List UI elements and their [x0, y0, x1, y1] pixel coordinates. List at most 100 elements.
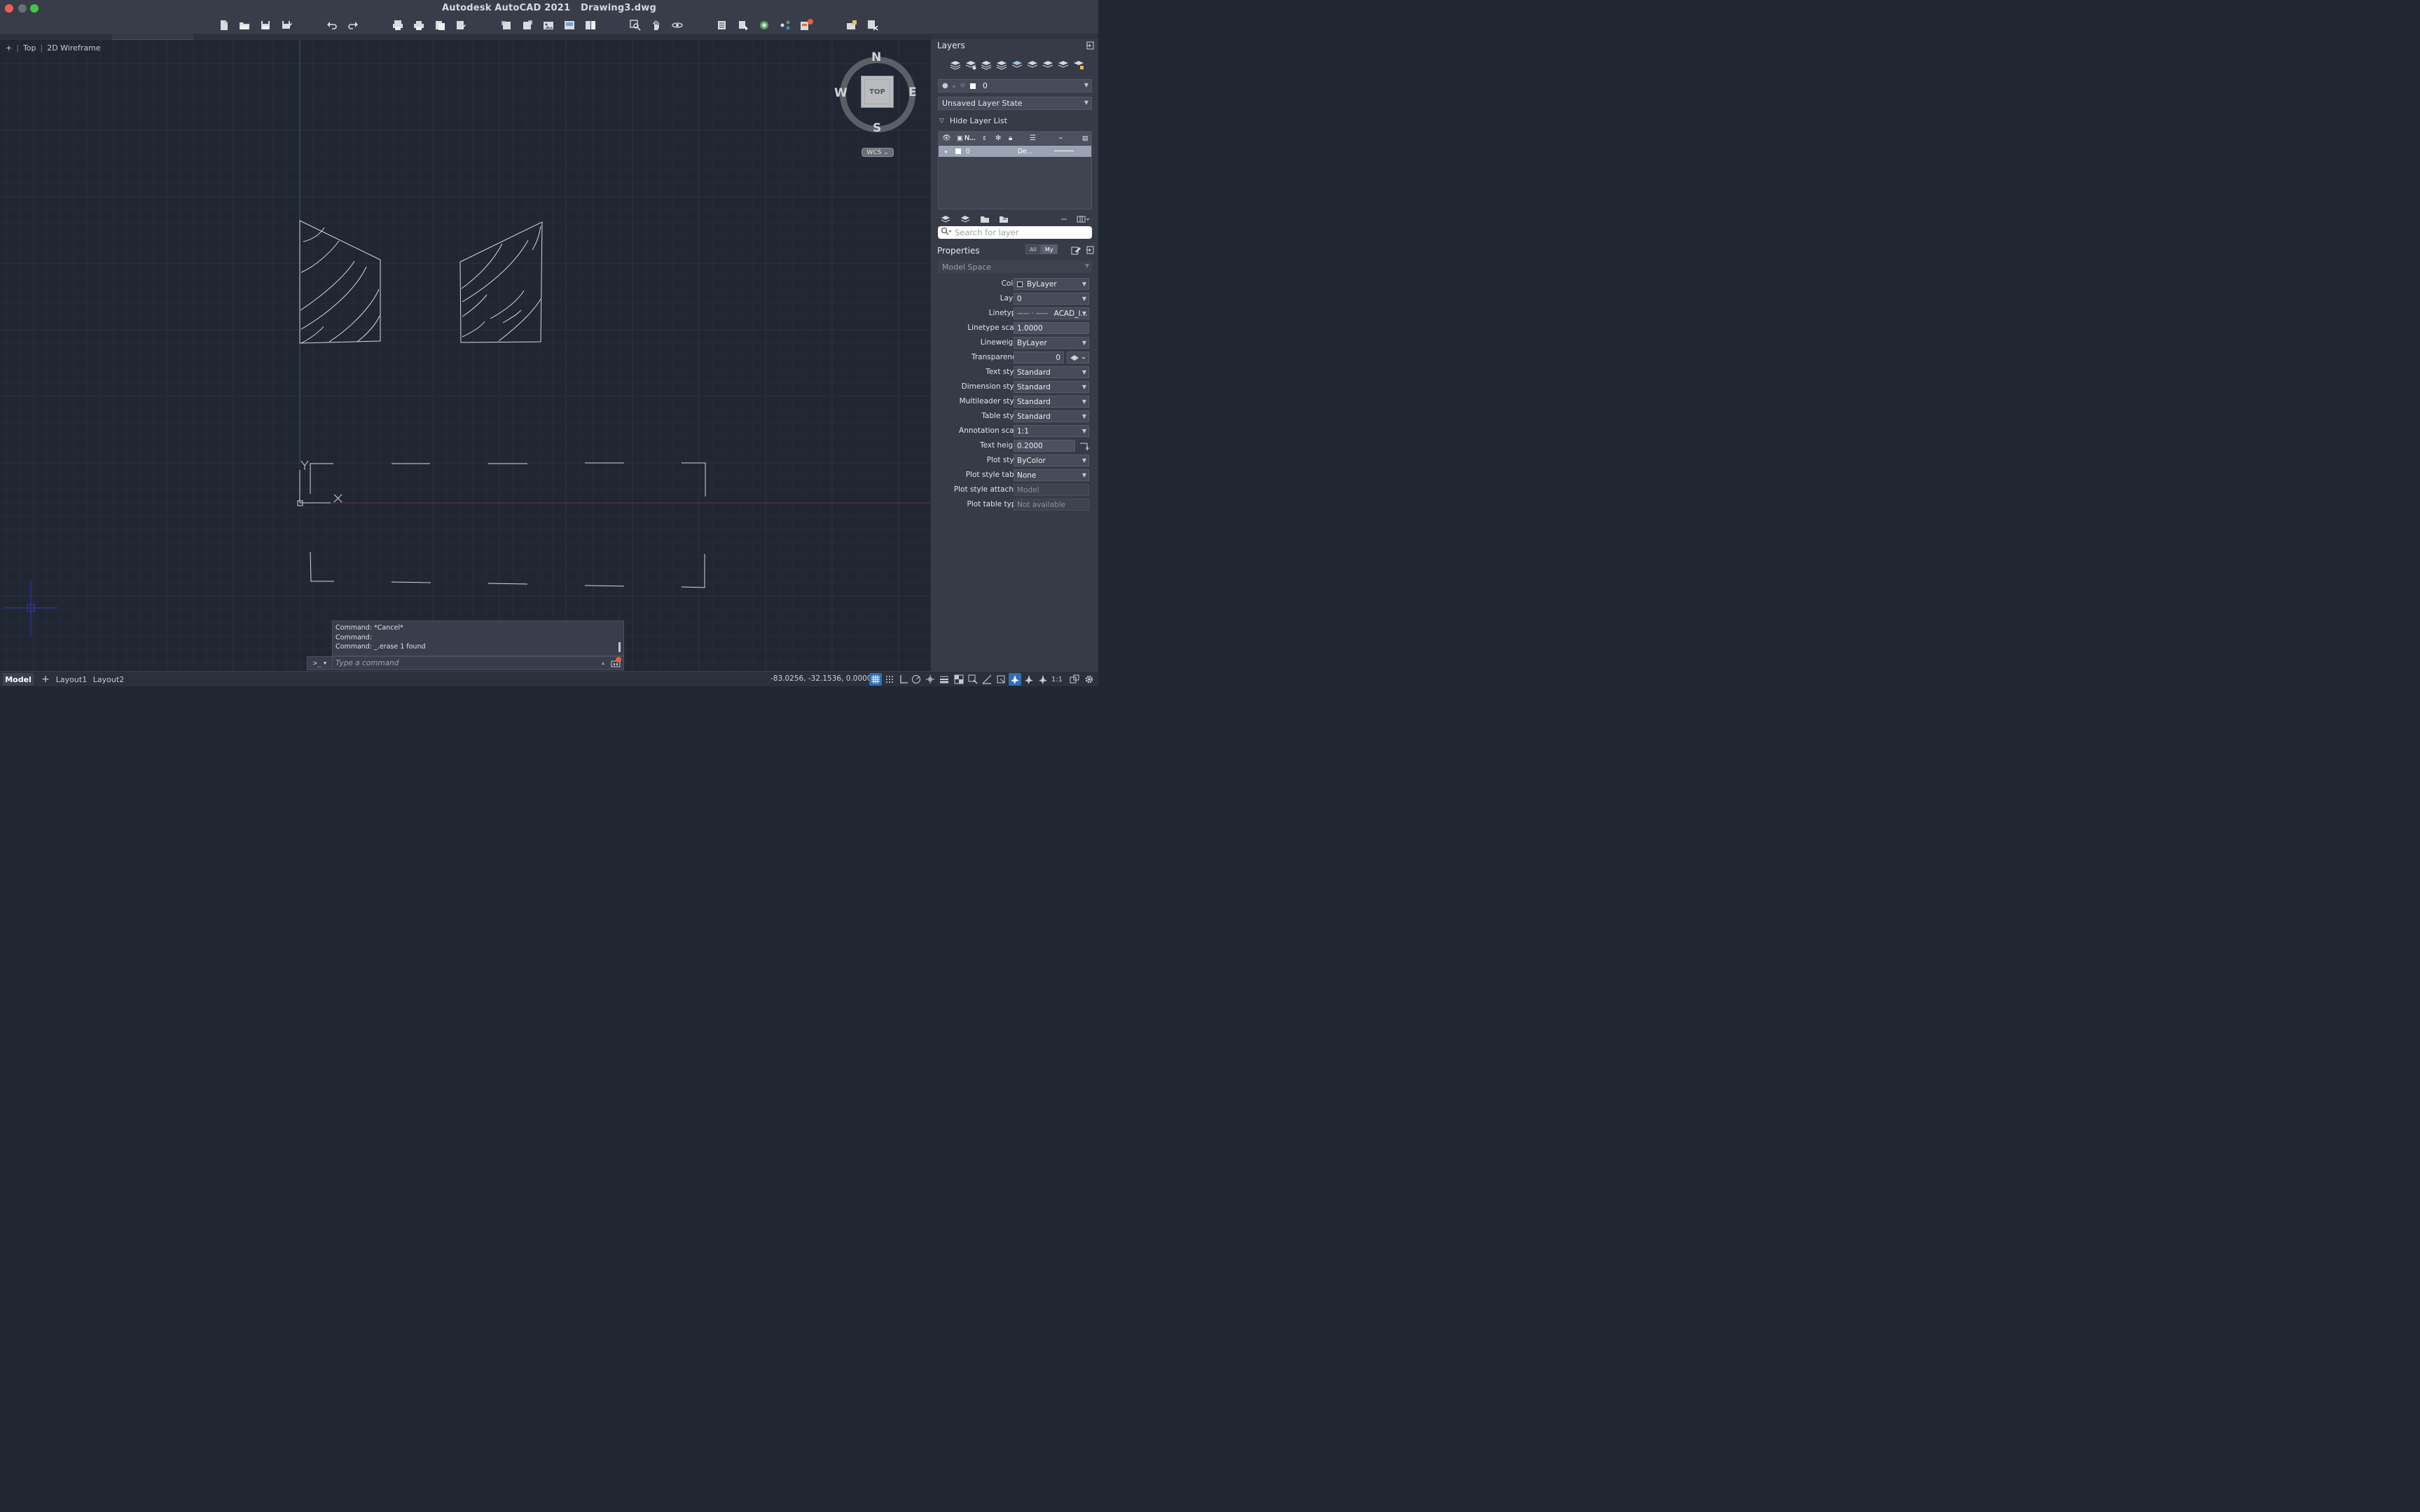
render-icon[interactable] [866, 18, 880, 32]
layer-unisolate-icon[interactable] [1026, 59, 1038, 71]
new-vp-layer-icon[interactable] [959, 213, 971, 225]
filter-my-button[interactable]: My [1040, 244, 1058, 254]
ortho-icon[interactable] [897, 673, 910, 686]
layer-linetype[interactable]: De... [1018, 148, 1032, 155]
layer-state-icon[interactable] [964, 59, 976, 71]
command-settings-button[interactable] [608, 657, 623, 670]
match-layer-icon[interactable] [736, 18, 750, 32]
page-setup-icon[interactable] [433, 18, 447, 32]
layer-name[interactable]: 0 [966, 148, 970, 155]
transparency-menu-icon[interactable] [1067, 352, 1089, 363]
notifications-icon[interactable] [799, 18, 813, 32]
pan-icon[interactable] [649, 18, 663, 32]
geolocation-icon[interactable] [757, 18, 771, 32]
tab-layout1[interactable]: Layout1 [55, 673, 88, 686]
insert-block-icon[interactable] [583, 18, 597, 32]
layer-properties-icon[interactable] [715, 18, 729, 32]
command-history-scrollbar[interactable] [618, 642, 621, 652]
palette-tabs[interactable] [931, 34, 1098, 39]
linetype-scale-field[interactable]: 1.0000 [1014, 322, 1089, 334]
column-name-header[interactable]: N... [964, 134, 976, 142]
command-prompt-menu[interactable]: >_ ▼ [307, 657, 333, 670]
dynamic-ucs-icon[interactable] [981, 673, 993, 686]
edit-properties-icon[interactable] [1070, 244, 1081, 256]
pin-icon[interactable] [1086, 41, 1094, 50]
workspace-icon[interactable] [1068, 673, 1081, 686]
pick-point-icon[interactable] [1078, 440, 1090, 452]
snap-icon[interactable] [883, 673, 896, 686]
open-icon[interactable] [237, 18, 251, 32]
column-icon[interactable]: ▣ [957, 134, 963, 142]
xref-icon[interactable] [562, 18, 576, 32]
lineweight-dropdown[interactable]: ByLayer ▼ [1014, 337, 1089, 349]
filter-all-button[interactable]: All [1025, 244, 1041, 254]
lineweight-column-icon[interactable]: ☰ [1030, 134, 1036, 142]
new-icon[interactable] [217, 18, 231, 32]
wcs-menu[interactable]: WCS ⌄ [862, 148, 894, 157]
compass-north[interactable]: N [871, 50, 881, 64]
layer-search-box[interactable] [938, 226, 1092, 239]
command-history-toggle[interactable]: ▲ [598, 661, 608, 666]
object-snap-tracking-icon[interactable] [924, 673, 936, 686]
freeze-column-icon[interactable]: ✻ [995, 134, 1001, 142]
columns-menu-icon[interactable]: ▤ [1082, 134, 1088, 142]
publish-icon[interactable] [454, 18, 468, 32]
tab-model[interactable]: Model [3, 673, 34, 686]
layer-lock-icon[interactable] [1072, 59, 1084, 71]
annotation-scale-dropdown[interactable]: 1:1 ▼ [1014, 425, 1089, 437]
lineweight-icon[interactable] [938, 673, 950, 686]
multileader-style-dropdown[interactable]: Standard ▼ [1014, 396, 1089, 408]
layer-state-dropdown[interactable]: Unsaved Layer State ▼ [938, 97, 1092, 110]
batch-plot-icon[interactable] [412, 18, 426, 32]
bulb-icon[interactable]: ● [944, 148, 948, 155]
undo-icon[interactable] [325, 18, 339, 32]
color-dropdown[interactable]: ByLayer ▼ [1014, 278, 1089, 290]
layer-dropdown[interactable]: 0 ▼ [1014, 293, 1089, 305]
annotation-scale-value[interactable]: 1:1 [1048, 673, 1066, 686]
compass-east[interactable]: E [908, 85, 917, 99]
text-style-dropdown[interactable]: Standard ▼ [1014, 366, 1089, 378]
layer-previous-icon[interactable] [995, 59, 1007, 71]
attach-icon[interactable] [541, 18, 555, 32]
lock-column-icon[interactable]: 🔒︎ [1009, 134, 1012, 142]
sort-icon[interactable]: ⇕ [982, 135, 987, 141]
viewcube[interactable]: TOP N S E W [830, 48, 925, 139]
gear-icon[interactable] [1083, 673, 1095, 686]
plot-icon[interactable] [391, 18, 405, 32]
minus-icon[interactable] [1058, 213, 1070, 225]
save-as-icon[interactable] [279, 18, 293, 32]
command-input[interactable] [333, 658, 598, 669]
layer-row[interactable]: ● 0 De... [939, 146, 1091, 157]
redo-icon[interactable] [346, 18, 360, 32]
compass-west[interactable]: W [834, 86, 848, 100]
zoom-icon[interactable] [628, 18, 642, 32]
layer-properties-icon[interactable] [949, 59, 961, 71]
layer-filter-icon[interactable] [997, 213, 1009, 225]
properties-scope[interactable]: Model Space ▼ [938, 261, 1092, 273]
selection-cycling-icon[interactable] [967, 673, 979, 686]
compass-south[interactable]: S [873, 121, 881, 135]
document-tab[interactable] [112, 34, 193, 40]
transparency-slider[interactable]: 0 [1014, 352, 1064, 363]
save-icon[interactable] [258, 18, 272, 32]
text-height-field[interactable]: 0.2000 [1014, 440, 1075, 452]
current-layer-dropdown[interactable]: ● 🔒︎ ✻ 0 ▼ [938, 79, 1092, 92]
table-style-dropdown[interactable]: Standard ▼ [1014, 410, 1089, 422]
annotation-visibility-icon[interactable] [1009, 673, 1021, 686]
share-icon[interactable] [778, 18, 792, 32]
auto-scale-icon[interactable] [1023, 673, 1035, 686]
plot-style-dropdown[interactable]: ByColor ▼ [1014, 455, 1089, 466]
drawing-canvas[interactable]: + | Top | 2D Wireframe [0, 40, 930, 670]
color-swatch[interactable] [955, 148, 961, 154]
dimension-style-dropdown[interactable]: Standard ▼ [1014, 381, 1089, 393]
layer-match-icon[interactable] [980, 59, 992, 71]
transparency-icon[interactable] [953, 673, 965, 686]
polar-tracking-icon[interactable] [910, 673, 922, 686]
viewcube-top-face[interactable]: TOP [861, 76, 894, 108]
linetype-column-icon[interactable]: ┅ [1059, 135, 1063, 141]
folder-icon[interactable] [979, 213, 990, 225]
hide-layer-list-toggle[interactable]: ▽ Hide Layer List [939, 116, 1007, 125]
layer-search-input[interactable] [952, 228, 1085, 237]
layer-off-icon[interactable] [1057, 59, 1069, 71]
pin-icon[interactable] [1086, 245, 1094, 254]
